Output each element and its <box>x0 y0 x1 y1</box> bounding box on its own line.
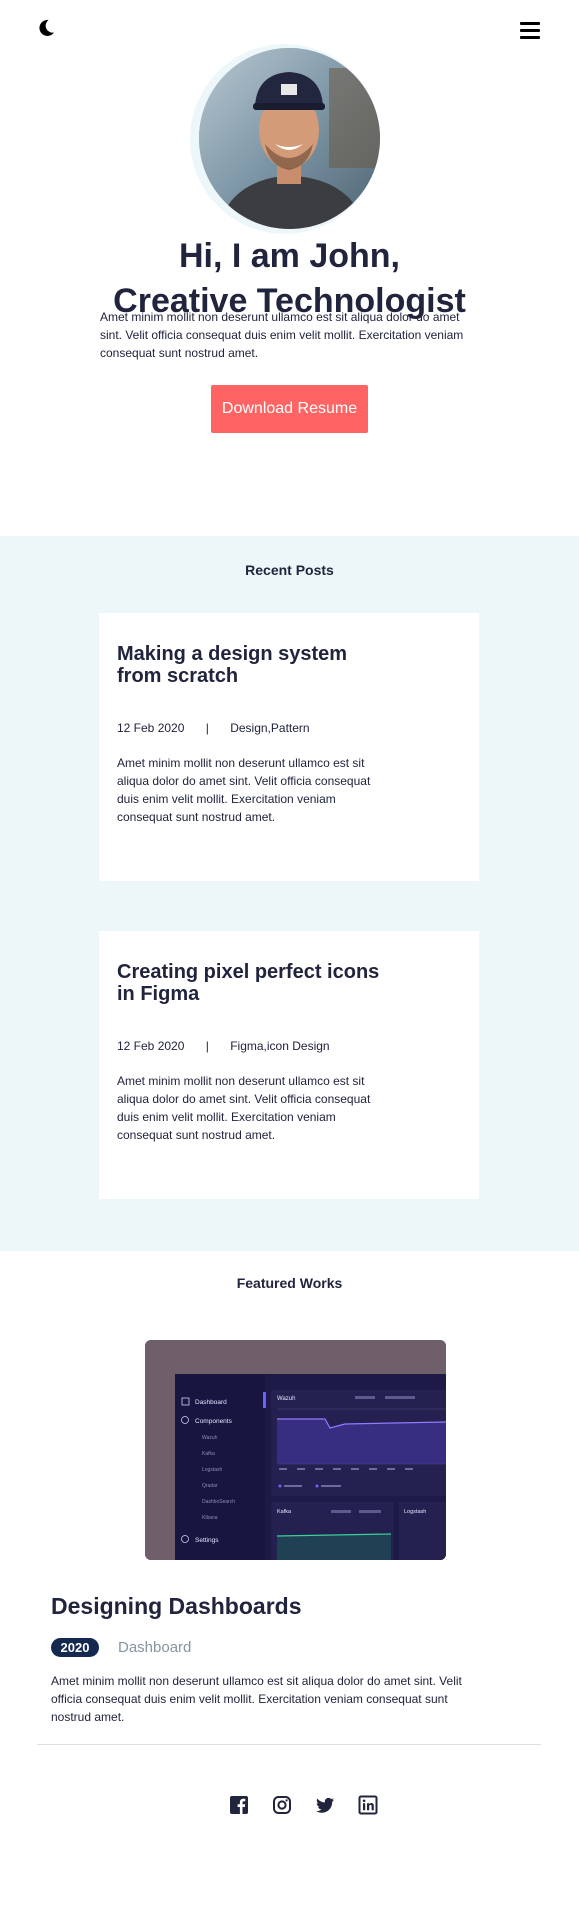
download-resume-button[interactable]: Download Resume <box>211 385 368 433</box>
preview-menu-item: Kafka <box>202 1451 215 1457</box>
preview-menu-item: Logstash <box>202 1467 223 1473</box>
meta-separator: | <box>205 721 209 735</box>
post-excerpt: Amet minim mollit non deserunt ullamco e… <box>117 756 371 824</box>
linkedin-icon[interactable] <box>358 1795 378 1815</box>
hamburger-icon[interactable] <box>520 22 540 40</box>
post-meta: 12 Feb 2020 | Design,Pattern <box>117 721 310 735</box>
work-thumbnail[interactable]: Dashboard Components Wazuh Kafka Logstas… <box>145 1340 446 1560</box>
work-category: Dashboard <box>118 1639 192 1656</box>
featured-works-title: Featured Works <box>236 1275 343 1291</box>
preview-menu-item: Components <box>195 1418 233 1425</box>
twitter-icon[interactable] <box>315 1795 335 1815</box>
year-badge: 2020 <box>51 1638 99 1657</box>
post-title[interactable]: Making a design system from scratch <box>117 643 397 687</box>
preview-menu-item: Wazuh <box>202 1435 218 1441</box>
title-line-1: Hi, I am John, <box>178 237 401 275</box>
post-tags: Design,Pattern <box>230 721 310 735</box>
post-title[interactable]: Creating pixel perfect icons in Figma <box>117 961 397 1005</box>
preview-panel-title: Logstash <box>404 1509 426 1515</box>
post-card[interactable]: Making a design system from scratch 12 F… <box>99 613 479 881</box>
hero-intro: Amet minim mollit non deserunt ullamco e… <box>100 310 464 360</box>
preview-panel-title: Kafka <box>277 1509 292 1515</box>
facebook-icon[interactable] <box>229 1795 249 1815</box>
work-title[interactable]: Designing Dashboards <box>51 1593 301 1620</box>
preview-menu-item: Dashboard <box>195 1399 227 1406</box>
moon-icon[interactable] <box>36 18 56 38</box>
preview-menu-item: Qradar <box>202 1483 218 1489</box>
instagram-icon[interactable] <box>272 1795 292 1815</box>
preview-panel-title: Wazuh <box>277 1396 295 1402</box>
preview-menu-item: Settings <box>195 1537 219 1544</box>
post-date: 12 Feb 2020 <box>117 1039 185 1053</box>
preview-menu-item: Kibana <box>202 1515 218 1521</box>
preview-menu-item: DashboSearch <box>202 1499 235 1505</box>
post-tags: Figma,icon Design <box>230 1039 330 1053</box>
recent-posts-title: Recent Posts <box>245 562 334 578</box>
divider <box>37 1744 541 1745</box>
post-card[interactable]: Creating pixel perfect icons in Figma 12… <box>99 931 479 1199</box>
post-excerpt: Amet minim mollit non deserunt ullamco e… <box>117 1074 371 1142</box>
recent-posts-section: Recent Posts Making a design system from… <box>0 536 579 1251</box>
post-date: 12 Feb 2020 <box>117 721 185 735</box>
work-description: Amet minim mollit non deserunt ullamco e… <box>51 1674 462 1724</box>
avatar <box>199 48 380 229</box>
post-meta: 12 Feb 2020 | Figma,icon Design <box>117 1039 330 1053</box>
meta-separator: | <box>205 1039 209 1053</box>
avatar-ring <box>190 44 380 234</box>
